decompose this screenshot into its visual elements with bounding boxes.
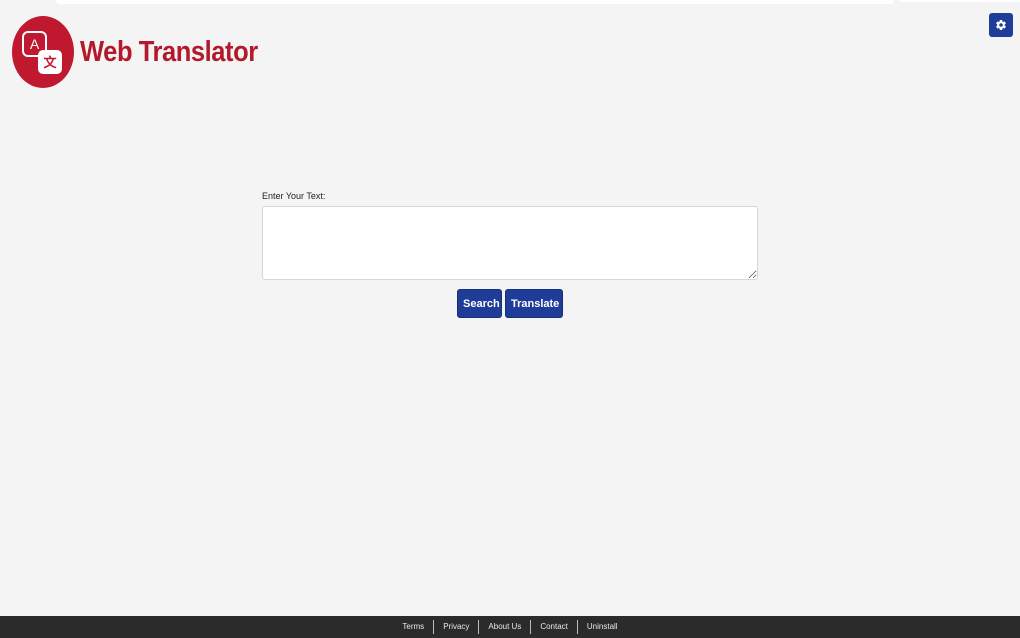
translate-icon: A 文 xyxy=(12,16,74,88)
settings-button[interactable] xyxy=(989,13,1013,37)
app-title: Web Translator xyxy=(80,35,258,68)
text-input-label: Enter Your Text: xyxy=(262,191,326,201)
footer-link-terms[interactable]: Terms xyxy=(393,620,433,634)
top-bar-strip-right xyxy=(900,0,1020,2)
top-bar-strip xyxy=(56,0,894,4)
footer: Terms Privacy About Us Contact Uninstall xyxy=(0,616,1020,638)
logo: A 文 Web Translator xyxy=(12,16,282,88)
translate-button[interactable]: Translate xyxy=(505,289,563,318)
footer-link-contact[interactable]: Contact xyxy=(531,620,577,634)
footer-link-privacy[interactable]: Privacy xyxy=(434,620,478,634)
search-button[interactable]: Search xyxy=(457,289,502,318)
action-buttons: Search Translate xyxy=(457,289,563,318)
footer-link-uninstall[interactable]: Uninstall xyxy=(578,620,627,634)
page: A 文 Web Translator Enter Your Text: Sear… xyxy=(0,0,1020,638)
translate-form: Enter Your Text: xyxy=(262,191,758,280)
svg-text:文: 文 xyxy=(43,55,57,71)
gear-icon xyxy=(996,20,1006,31)
text-input[interactable] xyxy=(262,206,758,280)
footer-link-about-us[interactable]: About Us xyxy=(479,620,530,634)
svg-text:A: A xyxy=(30,36,40,52)
